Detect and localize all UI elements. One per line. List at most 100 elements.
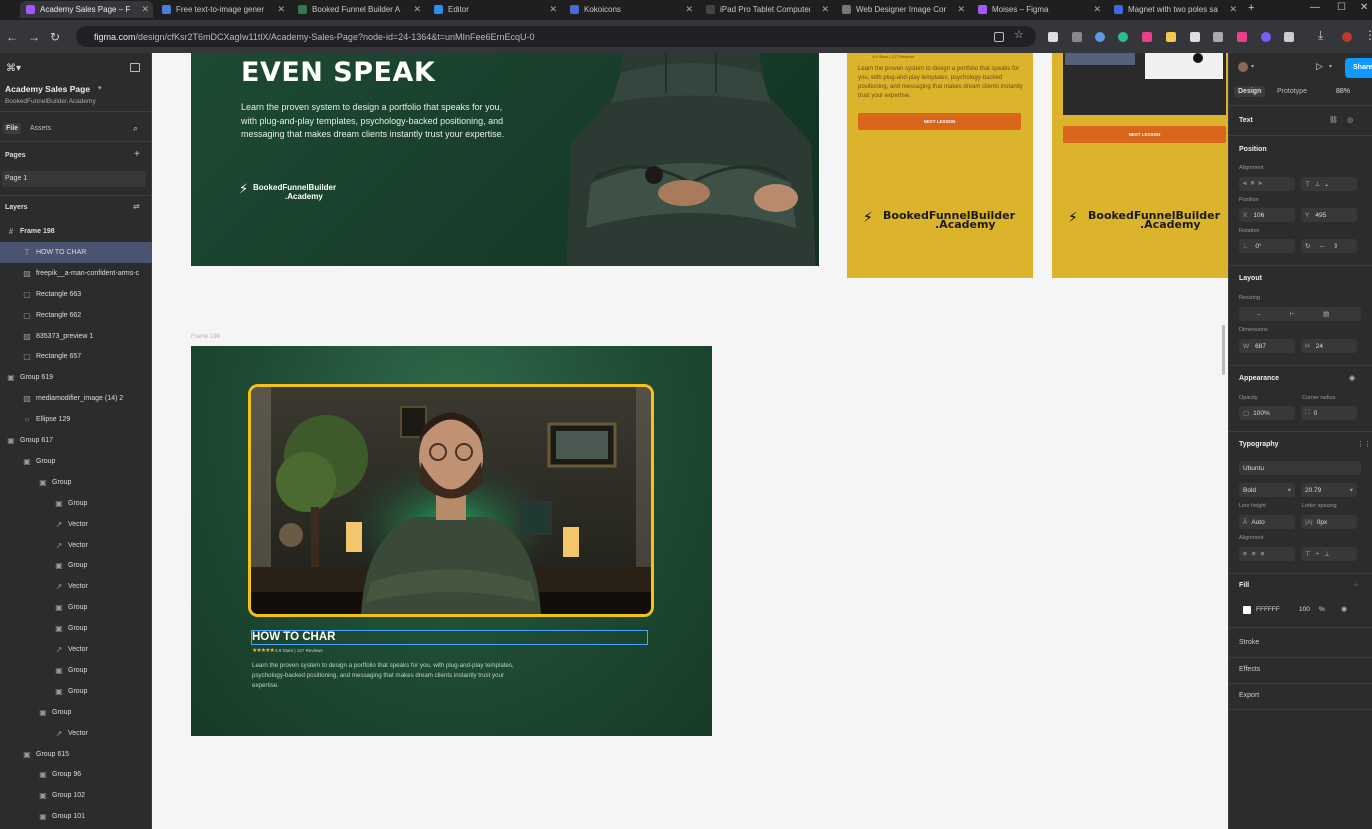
figma-menu-icon[interactable]: ⌘▾: [6, 63, 21, 74]
layer-item[interactable]: ▣ Group: [0, 618, 152, 639]
link-icon[interactable]: ⛓: [1329, 116, 1338, 124]
close-tab-icon[interactable]: ✕: [685, 4, 693, 15]
extension-icon-5[interactable]: [1142, 32, 1152, 42]
extension-icon-8[interactable]: [1213, 32, 1223, 42]
share-button[interactable]: Share: [1345, 58, 1372, 78]
close-window-icon[interactable]: ✕: [1360, 2, 1368, 13]
tab-prototype[interactable]: Prototype: [1277, 88, 1307, 95]
file-name[interactable]: Academy Sales Page: [5, 84, 90, 94]
layer-item[interactable]: ▣ Group 619: [0, 367, 152, 388]
layer-item[interactable]: ▢ Rectangle 663: [0, 284, 152, 305]
effects-header[interactable]: Effects: [1239, 666, 1260, 673]
headline-text[interactable]: HOW TO CHAR: [252, 631, 335, 643]
x-field[interactable]: X 106: [1239, 208, 1295, 222]
extension-icon-7[interactable]: [1190, 32, 1200, 42]
install-app-icon[interactable]: [994, 32, 1004, 42]
layer-item[interactable]: ▢ Rectangle 662: [0, 305, 152, 326]
close-tab-icon[interactable]: ✕: [549, 4, 557, 15]
browser-tab[interactable]: Web Designer Image Cor ✕: [836, 1, 969, 18]
mobile-card-2[interactable]: NEXT LESSON ⚡ BookedFunnelBuilder .Acade…: [1052, 53, 1228, 278]
layer-item[interactable]: ▣ Group 101: [0, 806, 152, 827]
close-tab-icon[interactable]: ✕: [1093, 4, 1101, 15]
layer-item[interactable]: ↗ Vector: [0, 535, 152, 556]
corner-radius-field[interactable]: ⛶ 0: [1301, 406, 1357, 420]
layer-item[interactable]: ▣ Group 96: [0, 764, 152, 785]
rotation-field[interactable]: ∟ 0°: [1239, 239, 1295, 253]
browser-tab[interactable]: Moises – Figma ✕: [972, 1, 1105, 18]
new-tab-icon[interactable]: +: [1248, 2, 1254, 14]
browser-tab[interactable]: Free text-to-image gener ✕: [156, 1, 289, 18]
close-tab-icon[interactable]: ✕: [1229, 4, 1237, 15]
close-tab-icon[interactable]: ✕: [821, 4, 829, 15]
extension-icon-4[interactable]: [1118, 32, 1128, 42]
card-2-next-lesson-button[interactable]: NEXT LESSON: [1063, 126, 1226, 143]
extensions-puzzle-icon[interactable]: [1284, 32, 1294, 42]
reload-icon[interactable]: ↻: [50, 30, 60, 44]
layer-item[interactable]: ↗ Vector: [0, 723, 152, 744]
layer-item[interactable]: T HOW TO CHAR: [0, 241, 152, 263]
fill-opacity-value[interactable]: 100: [1299, 606, 1310, 613]
font-weight-select[interactable]: Bold ▾: [1239, 483, 1295, 497]
browser-tab[interactable]: Academy Sales Page – Fig ✕: [20, 1, 153, 18]
font-family-select[interactable]: Ubuntu: [1239, 461, 1361, 475]
extension-icon-10[interactable]: [1261, 32, 1271, 42]
toggle-panel-icon[interactable]: [130, 63, 140, 72]
close-tab-icon[interactable]: ✕: [957, 4, 965, 15]
frame-198[interactable]: HOW TO CHAR ★★★★★ 4.9 Stars | 127 Review…: [191, 346, 712, 736]
layer-item[interactable]: ↗ Vector: [0, 576, 152, 597]
close-tab-icon[interactable]: ✕: [141, 4, 149, 15]
vertical-align-icons[interactable]: ⊤⊥⫠: [1301, 177, 1357, 191]
layer-item[interactable]: ↗ Vector: [0, 639, 152, 660]
forward-arrow-icon[interactable]: →: [28, 30, 40, 44]
present-play-icon[interactable]: ▷: [1316, 61, 1323, 72]
tab-file[interactable]: File: [3, 123, 22, 134]
fill-color-swatch[interactable]: [1243, 606, 1251, 614]
layer-item[interactable]: ▣ Group: [0, 472, 152, 493]
download-icon[interactable]: ⤓: [1318, 28, 1323, 43]
y-field[interactable]: Y 495: [1301, 208, 1357, 222]
layer-item[interactable]: ▣ Group 615: [0, 744, 152, 765]
layer-item[interactable]: ▣ Group: [0, 681, 152, 702]
extension-icon-3[interactable]: [1095, 32, 1105, 42]
component-icon[interactable]: ◎: [1347, 116, 1353, 124]
video-thumbnail[interactable]: [248, 384, 654, 617]
extension-icon-6[interactable]: [1166, 32, 1176, 42]
extension-icon-9[interactable]: [1237, 32, 1247, 42]
extension-icon-2[interactable]: [1072, 32, 1082, 42]
layer-item[interactable]: ▣ Group: [0, 702, 152, 723]
layer-item[interactable]: ▣ Group 102: [0, 785, 152, 806]
minimize-icon[interactable]: —: [1310, 2, 1320, 13]
tab-design[interactable]: Design: [1234, 86, 1266, 97]
flip-rotate-icons[interactable]: ↻⇔⇕: [1301, 239, 1357, 253]
visibility-eye-icon[interactable]: ◉: [1349, 374, 1355, 382]
type-settings-icon[interactable]: ⋮⋮: [1357, 440, 1371, 448]
layer-item[interactable]: ▣ Group: [0, 597, 152, 618]
url-field[interactable]: figma.com/design/cfKsr2T6mDCXagIw11tlX/A…: [76, 26, 1036, 47]
browser-tab[interactable]: iPad Pro Tablet Computer ✕: [700, 1, 833, 18]
browser-tab[interactable]: Kokoicons ✕: [564, 1, 697, 18]
bookmark-star-icon[interactable]: ☆: [1014, 28, 1024, 41]
present-chevron-icon[interactable]: ▾: [1329, 63, 1332, 70]
frame-198-label[interactable]: Frame 198: [191, 334, 220, 340]
line-height-field[interactable]: Ā Auto: [1239, 515, 1295, 529]
page-item-page-1[interactable]: Page 1: [2, 171, 146, 187]
horizontal-align-icons[interactable]: ⫷≡⫸: [1239, 177, 1295, 191]
layer-item[interactable]: ○ Ellipse 129: [0, 409, 152, 430]
fill-visibility-eye-icon[interactable]: ◉: [1341, 605, 1347, 613]
add-page-icon[interactable]: +: [134, 149, 140, 160]
search-icon[interactable]: ⌕: [133, 123, 138, 134]
layer-item[interactable]: ▢ Rectangle 657: [0, 346, 152, 367]
extension-icon-1[interactable]: [1048, 32, 1058, 42]
opacity-field[interactable]: ▢ 100%: [1239, 406, 1295, 420]
text-align-icons[interactable]: ≡≡≡: [1239, 547, 1295, 561]
browser-tab[interactable]: Magnet with two poles sa ✕: [1108, 1, 1241, 18]
layer-item[interactable]: ▣ Group: [0, 660, 152, 681]
avatar-chevron-icon[interactable]: ▾: [1251, 63, 1254, 70]
layer-item[interactable]: # Frame 198: [0, 221, 152, 242]
layer-item[interactable]: ▨ mediamodifier_image (14) 2: [0, 388, 152, 409]
back-arrow-icon[interactable]: ←: [6, 30, 18, 44]
hero-frame[interactable]: EVEN SPEAK Learn the proven system to de…: [191, 53, 819, 266]
browser-tab[interactable]: Booked Funnel Builder A ✕: [292, 1, 425, 18]
zoom-level[interactable]: 88%: [1336, 88, 1350, 95]
vertical-text-align-icons[interactable]: ⊤÷⊥: [1301, 547, 1357, 561]
